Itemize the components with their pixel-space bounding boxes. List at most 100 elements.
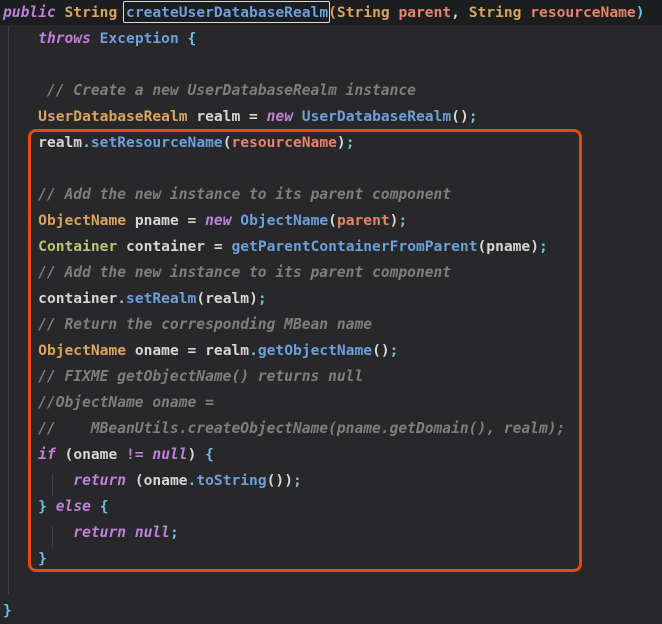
- code-token: (: [328, 4, 337, 21]
- code-line[interactable]: // Return the corresponding MBean name: [3, 312, 644, 338]
- code-token: getObjectName: [257, 342, 373, 359]
- code-token: oname: [73, 446, 127, 463]
- code-line[interactable]: [3, 156, 644, 182]
- code-token: =: [249, 108, 267, 125]
- code-token: ;: [468, 108, 478, 125]
- code-line[interactable]: }: [3, 598, 644, 624]
- code-token: (: [196, 290, 206, 307]
- code-token: toString: [196, 472, 267, 489]
- code-token: resourceName: [530, 4, 636, 21]
- code-line[interactable]: [3, 572, 644, 598]
- code-line[interactable]: }: [3, 546, 644, 572]
- code-token: setResourceName: [90, 134, 223, 151]
- code-token: realm: [187, 108, 250, 125]
- code-token: Exception: [99, 30, 179, 47]
- code-token: else: [55, 498, 91, 515]
- code-token: ;: [539, 238, 548, 255]
- code-line[interactable]: // Create a new UserDatabaseRealm instan…: [3, 78, 644, 104]
- code-token: ): [530, 238, 540, 255]
- code-line[interactable]: Container container = getParentContainer…: [3, 234, 644, 260]
- code-token: ;: [345, 134, 355, 151]
- code-token: return: [73, 472, 127, 489]
- code-token: parent: [398, 4, 452, 21]
- code-token: (): [451, 108, 469, 125]
- code-token: =: [187, 342, 206, 359]
- code-token: }: [3, 602, 12, 619]
- code-token: ,: [451, 4, 469, 21]
- code-line[interactable]: // Add the new instance to its parent co…: [3, 260, 644, 286]
- code-token: realm: [205, 342, 250, 359]
- code-line[interactable]: container.setRealm(realm);: [3, 286, 644, 312]
- code-token: {: [99, 498, 109, 515]
- code-token: // FIXME getObjectName() returns null: [3, 368, 364, 385]
- code-token: // Return the corresponding MBean name: [3, 316, 373, 333]
- code-token: realm: [205, 290, 250, 307]
- code-line[interactable]: throws Exception {: [3, 26, 644, 52]
- code-token: .: [117, 290, 127, 307]
- code-line[interactable]: // FIXME getObjectName() returns null: [3, 364, 644, 390]
- code-line[interactable]: if (oname != null) {: [3, 442, 644, 468]
- code-token: }: [38, 550, 47, 567]
- code-token: (): [372, 342, 390, 359]
- code-token: =: [213, 238, 232, 255]
- code-line[interactable]: UserDatabaseRealm realm = new UserDataba…: [3, 104, 644, 130]
- code-line[interactable]: [3, 52, 644, 78]
- code-token: getParentContainerFromParent: [231, 238, 478, 255]
- code-line[interactable]: realm.setResourceName(resourceName);: [3, 130, 644, 156]
- code-token: =: [187, 212, 206, 229]
- code-line[interactable]: public String createUserDatabaseRealm(St…: [3, 0, 644, 26]
- code-lines: public String createUserDatabaseRealm(St…: [3, 0, 644, 624]
- code-token: ObjectName: [38, 212, 127, 229]
- code-token: // Add the new instance to its parent co…: [3, 186, 452, 203]
- code-token: String: [64, 4, 118, 21]
- code-token: ;: [398, 212, 408, 229]
- code-token: container: [38, 290, 118, 307]
- code-token: (: [477, 238, 487, 255]
- code-editor[interactable]: public String createUserDatabaseRealm(St…: [0, 0, 662, 620]
- code-token: .: [82, 134, 91, 151]
- code-token: new: [266, 108, 293, 125]
- code-line[interactable]: // Add the new instance to its parent co…: [3, 182, 644, 208]
- code-line[interactable]: return null;: [3, 520, 644, 546]
- code-line[interactable]: ObjectName oname = realm.getObjectName()…: [3, 338, 644, 364]
- code-token: parent: [336, 212, 390, 229]
- code-token: return: [73, 524, 127, 541]
- code-line[interactable]: ObjectName pname = new ObjectName(parent…: [3, 208, 644, 234]
- code-token: throws: [38, 30, 91, 47]
- code-line[interactable]: // MBeanUtils.createObjectName(pname.get…: [3, 416, 644, 442]
- boxed-method-name: createUserDatabaseRealm: [126, 4, 329, 21]
- code-line[interactable]: return (oname.toString());: [3, 468, 644, 494]
- code-line[interactable]: } else {: [3, 494, 644, 520]
- code-token: oname: [143, 472, 188, 489]
- code-token: new: [205, 212, 232, 229]
- code-token: //ObjectName oname =: [3, 394, 214, 411]
- code-token: if: [38, 446, 56, 463]
- code-token: realm: [38, 134, 83, 151]
- code-token: (: [64, 446, 74, 463]
- code-token: container: [117, 238, 214, 255]
- code-token: ObjectName: [240, 212, 329, 229]
- code-token: oname: [126, 342, 188, 359]
- code-token: pname: [126, 212, 188, 229]
- code-token: {: [187, 30, 197, 47]
- code-token: .: [249, 342, 258, 359]
- code-token: ;: [257, 290, 267, 307]
- code-token: pname: [486, 238, 531, 255]
- code-token: null: [134, 524, 170, 541]
- code-line[interactable]: //ObjectName oname =: [3, 390, 644, 416]
